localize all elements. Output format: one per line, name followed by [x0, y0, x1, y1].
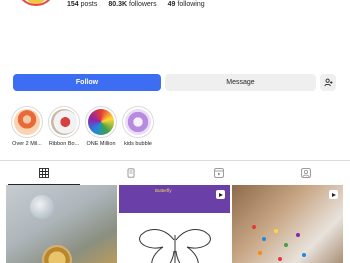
post-image — [262, 237, 266, 241]
followers-count: 80.3K — [108, 1, 128, 8]
video-indicator-icon — [216, 190, 225, 199]
highlight-item[interactable]: kids bubble — [122, 106, 154, 147]
highlight-label: ONE Million — [86, 141, 116, 147]
post-thumbnail[interactable] — [6, 185, 117, 263]
tab-videos[interactable] — [175, 161, 263, 184]
reels-icon — [127, 167, 135, 178]
highlight-label: Over 2 Mil... — [12, 141, 42, 147]
highlight-item[interactable]: ONE Million — [85, 106, 117, 147]
following-label: following — [177, 1, 205, 8]
post-image — [274, 229, 278, 233]
highlight-cover — [85, 106, 117, 138]
following-count: 49 — [167, 1, 176, 8]
following-stat[interactable]: 49 following — [168, 0, 205, 9]
post-image — [278, 257, 282, 261]
butterfly-drawing — [139, 229, 211, 263]
video-icon — [213, 167, 224, 178]
post-thumbnail[interactable] — [232, 185, 343, 263]
followers-stat[interactable]: 80.3K followers — [108, 0, 156, 9]
posts-stat: 154 posts — [67, 0, 97, 9]
post-image — [302, 253, 306, 257]
profile-tabs — [0, 160, 350, 185]
profile-stats: 154 posts 80.3K followers 49 following — [67, 0, 205, 9]
story-highlights: Over 2 Mil... Ribbon Bo... ONE Million k… — [11, 106, 154, 147]
posts-count: 154 — [67, 1, 79, 8]
message-button[interactable]: Message — [165, 74, 316, 91]
post-image — [284, 243, 288, 247]
post-image — [258, 251, 262, 255]
profile-actions: Follow Message — [13, 74, 337, 91]
highlight-item[interactable]: Over 2 Mil... — [11, 106, 43, 147]
post-image — [296, 233, 300, 237]
highlight-item[interactable]: Ribbon Bo... — [48, 106, 80, 147]
posts-label: posts — [80, 1, 98, 8]
highlight-cover — [122, 106, 154, 138]
highlight-cover — [11, 106, 43, 138]
tab-reels[interactable] — [88, 161, 176, 184]
follow-button[interactable]: Follow — [13, 74, 161, 91]
tab-tagged[interactable] — [263, 161, 350, 184]
posts-grid: Butterfly — [6, 185, 344, 263]
video-indicator-icon — [329, 190, 338, 199]
post-thumbnail[interactable]: Butterfly — [119, 185, 230, 263]
post-image — [252, 225, 256, 229]
tab-posts[interactable] — [0, 161, 88, 185]
highlight-cover — [48, 106, 80, 138]
add-person-icon — [323, 78, 333, 87]
tagged-icon — [301, 167, 312, 178]
profile-avatar[interactable] — [16, 0, 56, 6]
suggested-accounts-button[interactable] — [320, 74, 336, 91]
followers-label: followers — [129, 1, 157, 8]
post-image — [30, 195, 54, 219]
highlight-label: kids bubble — [124, 141, 152, 147]
grid-icon — [38, 167, 49, 178]
highlight-label: Ribbon Bo... — [48, 141, 80, 147]
post-image — [42, 245, 72, 263]
